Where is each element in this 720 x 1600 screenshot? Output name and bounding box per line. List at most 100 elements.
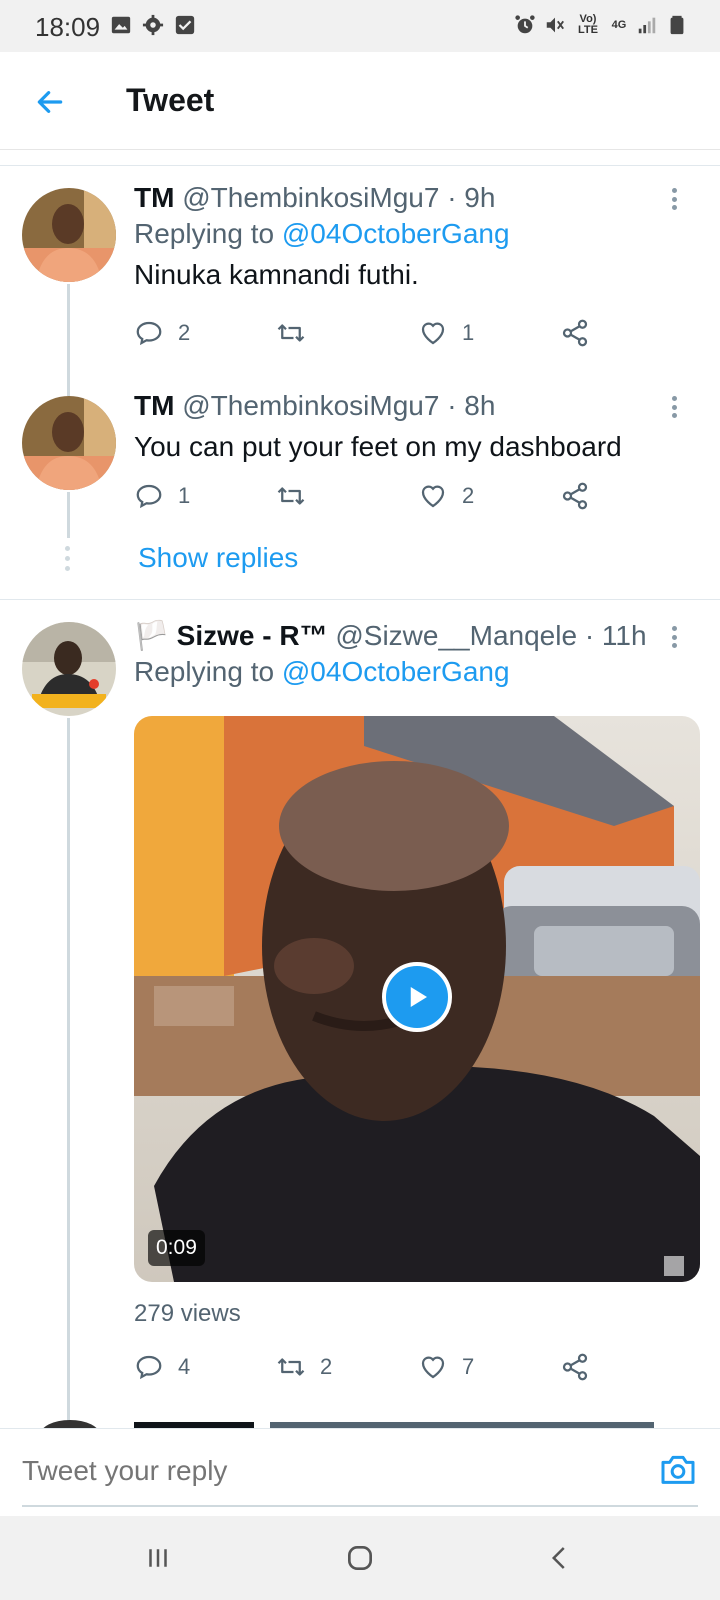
replying-to: Replying to @04OctoberGang [134, 216, 690, 252]
retweet-icon [277, 1358, 305, 1376]
tweet-header: TM @ThembinkosiMgu7 · 9h [134, 180, 690, 216]
avatar[interactable] [22, 622, 116, 716]
reply-input[interactable] [22, 1447, 622, 1495]
reply-input-underline [22, 1505, 698, 1507]
retweet-button[interactable] [276, 318, 320, 348]
gallery-icon [111, 16, 131, 34]
status-left-icons [110, 14, 196, 36]
tweet-actions: 2 1 [134, 318, 604, 358]
tweet-2[interactable]: TM @ThembinkosiMgu7 · 8h You can put you… [0, 380, 720, 600]
status-bar: 18:09 Vo) LTE 4G [0, 0, 720, 52]
share-button[interactable] [560, 481, 590, 511]
retweet-button[interactable] [276, 481, 320, 511]
flag-icon: 🏳️ [134, 620, 169, 651]
user-handle[interactable]: @Sizwe__Manqele [335, 620, 577, 651]
play-icon [410, 987, 427, 1007]
retweet-button[interactable]: 2 [276, 1352, 332, 1382]
retweet-icon [277, 324, 305, 342]
replying-prefix: Replying to [134, 218, 282, 249]
avatar[interactable] [22, 396, 116, 490]
retweet-icon [277, 487, 305, 505]
user-handle[interactable]: @ThembinkosiMgu7 [182, 182, 439, 213]
heart-icon [421, 1356, 445, 1379]
video-player[interactable]: 0:09 [134, 716, 700, 1282]
camera-button[interactable] [658, 1449, 698, 1489]
tweet-1[interactable]: TM @ThembinkosiMgu7 · 9h Replying to @04… [0, 166, 720, 384]
tweet-header: 🏳️ Sizwe - R™ @Sizwe__Manqele · 11h [134, 618, 690, 654]
avatar[interactable] [22, 188, 116, 282]
avatar-image [22, 622, 116, 716]
tweet-time: · 11h [584, 620, 647, 651]
like-button[interactable]: 1 [418, 318, 474, 348]
tweet-text: You can put your feet on my dashboard [134, 431, 622, 462]
status-time: 18:09 [35, 12, 101, 42]
heart-icon [421, 485, 445, 508]
avatar-image [22, 188, 116, 282]
user-name[interactable]: TM [134, 182, 174, 213]
video-duration: 0:09 [148, 1230, 205, 1266]
next-tweet-peek[interactable] [0, 1414, 720, 1428]
thread-line [67, 284, 70, 384]
thread-dots [65, 546, 71, 571]
status-right-icons: Vo) LTE 4G [514, 14, 688, 36]
tweet-text: Ninuka kamnandi futhi. [134, 259, 419, 290]
battery-icon [670, 15, 684, 35]
like-count: 2 [462, 483, 475, 508]
reply-icon [136, 484, 162, 509]
recent-apps-icon [149, 1549, 167, 1567]
tweet-actions: 1 2 [134, 481, 604, 521]
reply-icon [136, 1355, 162, 1380]
user-name[interactable]: Sizwe - R™ [177, 620, 328, 651]
reply-count: 2 [178, 320, 191, 345]
tweet-header: TM @ThembinkosiMgu7 · 8h [134, 388, 690, 424]
thread-line [67, 718, 70, 1428]
system-back-button[interactable] [540, 1538, 580, 1578]
tweet-time: · 8h [447, 390, 496, 421]
more-options-icon[interactable] [662, 184, 686, 214]
reply-button[interactable]: 4 [134, 1352, 190, 1382]
4g-icon: 4G [611, 18, 627, 31]
avatar-image [22, 396, 116, 490]
camera-icon [661, 1455, 695, 1484]
mention-link[interactable]: @04OctoberGang [282, 218, 510, 249]
reply-count: 1 [178, 483, 191, 508]
play-button[interactable] [382, 962, 452, 1032]
share-icon [562, 1353, 588, 1381]
replying-prefix: Replying to [134, 656, 282, 687]
share-button[interactable] [560, 1352, 590, 1382]
back-button[interactable] [28, 80, 72, 124]
more-options-icon[interactable] [662, 622, 686, 652]
check-box-icon [175, 15, 195, 35]
signal-icon [638, 17, 656, 34]
alarm-icon [515, 15, 535, 34]
reply-icon [136, 321, 162, 346]
like-button[interactable]: 7 [418, 1352, 474, 1382]
mute-icon [546, 17, 564, 33]
recent-apps-button[interactable] [138, 1538, 178, 1578]
like-count: 7 [462, 1354, 475, 1379]
avatar [40, 1420, 100, 1428]
reply-button[interactable]: 2 [134, 318, 190, 348]
home-icon [348, 1546, 372, 1570]
like-count: 1 [462, 320, 475, 345]
system-nav-bar [0, 1516, 720, 1600]
page-title: Tweet [126, 82, 215, 118]
top-app-bar: Tweet [0, 52, 720, 150]
heart-icon [421, 322, 445, 345]
like-button[interactable]: 2 [418, 481, 474, 511]
user-name[interactable]: TM [134, 390, 174, 421]
reply-button[interactable]: 1 [134, 481, 190, 511]
home-button[interactable] [340, 1538, 380, 1578]
share-icon [562, 319, 588, 347]
thread-line [67, 380, 70, 396]
user-handle[interactable]: @ThembinkosiMgu7 [182, 390, 439, 421]
tweet-actions: 4 2 7 [134, 1352, 604, 1392]
thread-line [67, 492, 70, 538]
arrow-left-icon [37, 91, 63, 113]
more-options-icon[interactable] [662, 392, 686, 422]
share-button[interactable] [560, 318, 590, 348]
show-replies-link[interactable]: Show replies [138, 542, 298, 574]
reply-bar [0, 1428, 720, 1516]
mention-link[interactable]: @04OctoberGang [282, 656, 510, 687]
share-icon [562, 482, 588, 510]
